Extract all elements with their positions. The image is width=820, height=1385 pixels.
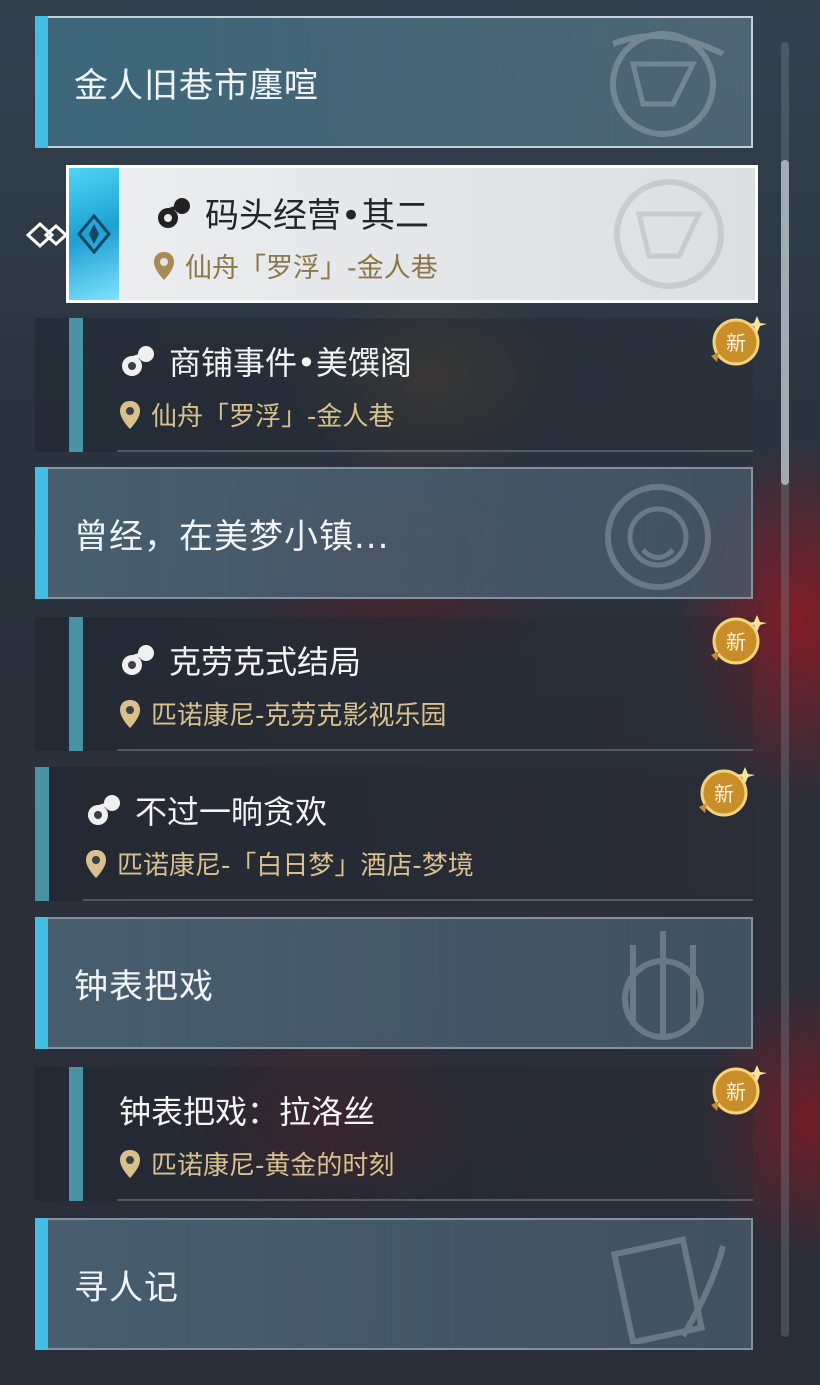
new-badge: 新 bbox=[711, 1065, 767, 1115]
quest-bar bbox=[69, 318, 83, 452]
quest-item[interactable]: 不过一晌贪欢 匹诺康尼-「白日梦」酒店-梦境 新 bbox=[35, 767, 755, 901]
quest-location: 匹诺康尼-黄金的时刻 bbox=[119, 1145, 394, 1182]
quest-bar bbox=[69, 1067, 83, 1201]
quest-type-icon bbox=[158, 197, 190, 228]
location-pin-icon bbox=[86, 849, 106, 878]
group-accent-bar bbox=[35, 467, 48, 599]
svg-text:新: 新 bbox=[726, 331, 746, 355]
quest-item[interactable]: 钟表把戏：拉洛丝 匹诺康尼-黄金的时刻 新 bbox=[35, 1065, 767, 1201]
location-pin-icon bbox=[120, 699, 140, 728]
quest-item[interactable]: 商铺事件•美馔阁 仙舟「罗浮」-金人巷 新 bbox=[35, 316, 767, 452]
group-emblem-icon bbox=[610, 31, 725, 137]
group-title: 金人旧巷市廛喧 bbox=[74, 65, 319, 106]
location-pin-icon bbox=[120, 400, 140, 429]
star-diamond-icon bbox=[77, 213, 111, 255]
quest-item-selected[interactable]: 码头经营•其二 仙舟「罗浮」-金人巷 bbox=[66, 165, 758, 303]
quest-name: 克劳克式结局 bbox=[119, 637, 361, 683]
quest-location: 匹诺康尼-「白日梦」酒店-梦境 bbox=[85, 845, 474, 882]
group-accent-bar bbox=[35, 917, 48, 1049]
group-emblem-icon bbox=[622, 931, 704, 1040]
group-title: 曾经，在美梦小镇... bbox=[74, 516, 390, 557]
new-badge: 新 bbox=[699, 767, 755, 817]
quest-location: 匹诺康尼-克劳克影视乐园 bbox=[119, 695, 446, 732]
quest-bar bbox=[35, 767, 49, 901]
group-emblem-icon bbox=[605, 484, 711, 590]
quest-type-icon bbox=[122, 346, 154, 376]
quest-group-header[interactable]: 曾经，在美梦小镇... bbox=[35, 467, 753, 599]
quest-name: 不过一晌贪欢 bbox=[85, 787, 327, 833]
quest-location: 仙舟「罗浮」-金人巷 bbox=[153, 246, 438, 285]
new-badge: 新 bbox=[711, 316, 767, 366]
new-badge: 新 bbox=[711, 615, 767, 665]
svg-text:新: 新 bbox=[726, 1080, 746, 1104]
group-accent-bar bbox=[35, 16, 48, 148]
quest-name: 商铺事件•美馔阁 bbox=[119, 338, 412, 384]
location-pin-icon bbox=[120, 1149, 140, 1178]
quest-location: 仙舟「罗浮」-金人巷 bbox=[119, 396, 394, 433]
selection-pointer-icon bbox=[26, 221, 68, 249]
svg-text:新: 新 bbox=[714, 782, 734, 806]
group-accent-bar bbox=[35, 1218, 48, 1350]
quest-item[interactable]: 克劳克式结局 匹诺康尼-克劳克影视乐园 新 bbox=[35, 615, 767, 751]
quest-type-icon bbox=[88, 795, 120, 825]
svg-text:新: 新 bbox=[726, 630, 746, 654]
group-title: 寻人记 bbox=[74, 1267, 179, 1308]
quest-thumbnail bbox=[69, 168, 119, 300]
scrollbar-thumb[interactable] bbox=[781, 160, 789, 485]
group-emblem-icon bbox=[610, 1236, 726, 1344]
group-title: 钟表把戏 bbox=[74, 966, 214, 1007]
quest-bar bbox=[69, 617, 83, 751]
quest-group-header[interactable]: 寻人记 bbox=[35, 1218, 753, 1350]
quest-group-header[interactable]: 钟表把戏 bbox=[35, 917, 753, 1049]
quest-emblem-icon bbox=[614, 179, 724, 289]
location-pin-icon bbox=[154, 251, 174, 280]
quest-type-icon bbox=[122, 645, 154, 675]
quest-list: 金人旧巷市廛喧 码头经营•其二 仙舟「罗浮」-金人巷 商铺事件•美馔阁 仙舟「罗… bbox=[0, 0, 820, 1385]
quest-group-header[interactable]: 金人旧巷市廛喧 bbox=[35, 16, 753, 148]
quest-name: 钟表把戏：拉洛丝 bbox=[119, 1093, 376, 1131]
quest-name: 码头经营•其二 bbox=[155, 188, 429, 237]
